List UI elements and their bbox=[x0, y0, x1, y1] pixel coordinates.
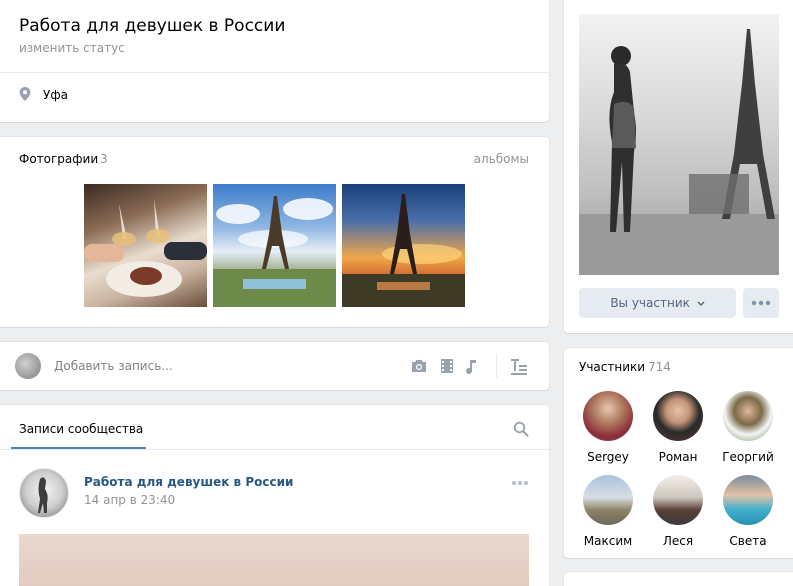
tab-community-posts[interactable]: Записи сообщества bbox=[19, 422, 143, 436]
post-date[interactable]: 14 апр в 23:40 bbox=[84, 493, 175, 507]
member-item[interactable]: Роман bbox=[643, 391, 713, 464]
avatar[interactable] bbox=[19, 468, 69, 518]
silhouette-image bbox=[38, 477, 48, 513]
post-image[interactable] bbox=[19, 534, 529, 586]
member-name: Леся bbox=[662, 534, 694, 548]
add-post-input[interactable]: Добавить запись... bbox=[54, 359, 173, 373]
post-author-link[interactable]: Работа для девушек в России bbox=[84, 475, 293, 489]
photo-eiffel-sunset-image bbox=[342, 194, 465, 307]
group-cover-card: Вы участник bbox=[564, 0, 793, 333]
video-icon[interactable] bbox=[438, 357, 456, 375]
divider bbox=[0, 72, 549, 73]
photos-count: 3 bbox=[100, 152, 108, 166]
avatar bbox=[653, 391, 703, 441]
photo-eiffel-day-image bbox=[213, 196, 336, 307]
more-icon[interactable] bbox=[510, 479, 530, 487]
member-status-button[interactable]: Вы участник bbox=[579, 288, 736, 318]
community-posts-card: Записи сообщества Работа для девушек в Р… bbox=[0, 405, 549, 586]
members-count: 714 bbox=[648, 360, 671, 374]
group-cover-photo[interactable] bbox=[579, 14, 779, 275]
photo-thumbnail[interactable] bbox=[213, 184, 336, 307]
avatar bbox=[583, 475, 633, 525]
group-header-card: Работа для девушек в России изменить ста… bbox=[0, 0, 549, 122]
photo-thumbnail[interactable] bbox=[84, 184, 207, 307]
text-format-icon[interactable] bbox=[510, 357, 528, 375]
search-icon[interactable] bbox=[513, 421, 529, 437]
woman-eiffel-tower-image bbox=[579, 29, 779, 275]
page-title: Работа для девушек в России bbox=[19, 16, 286, 36]
avatar bbox=[583, 391, 633, 441]
location-pin-icon bbox=[19, 87, 31, 101]
members-title[interactable]: Участники bbox=[579, 360, 645, 374]
member-item[interactable]: Леся bbox=[643, 475, 713, 548]
photos-card: Фотографии 3 альбомы bbox=[0, 137, 549, 327]
albums-link[interactable]: альбомы bbox=[474, 152, 529, 166]
photos-title[interactable]: Фотографии bbox=[19, 152, 98, 166]
new-post-box: Добавить запись... bbox=[0, 342, 549, 390]
music-icon[interactable] bbox=[462, 357, 480, 375]
location-text: Уфа bbox=[43, 88, 68, 102]
member-name: Георгий bbox=[722, 450, 774, 464]
member-name: Света bbox=[729, 534, 767, 548]
photo-dinner-image bbox=[84, 199, 207, 297]
member-button-label: Вы участник bbox=[610, 296, 690, 310]
member-name: Максим bbox=[583, 534, 633, 548]
divider bbox=[0, 449, 549, 450]
avatar bbox=[653, 475, 703, 525]
more-actions-button[interactable] bbox=[743, 288, 779, 318]
avatar bbox=[723, 475, 773, 525]
member-name: Роман bbox=[658, 450, 698, 464]
member-name: Sergey bbox=[587, 450, 629, 464]
camera-icon[interactable] bbox=[410, 357, 428, 375]
members-card: Участники 714 Sergey Роман Георгий Макси… bbox=[564, 348, 793, 558]
divider bbox=[496, 354, 497, 378]
member-item[interactable]: Света bbox=[713, 475, 783, 548]
avatar bbox=[15, 353, 41, 379]
more-icon bbox=[751, 300, 771, 306]
member-item[interactable]: Георгий bbox=[713, 391, 783, 464]
avatar bbox=[723, 391, 773, 441]
change-status-link[interactable]: изменить статус bbox=[19, 41, 125, 55]
member-item[interactable]: Максим bbox=[573, 475, 643, 548]
chevron-down-icon bbox=[697, 301, 705, 306]
next-card bbox=[564, 572, 793, 586]
member-item[interactable]: Sergey bbox=[573, 391, 643, 464]
photo-thumbnail[interactable] bbox=[342, 184, 465, 307]
